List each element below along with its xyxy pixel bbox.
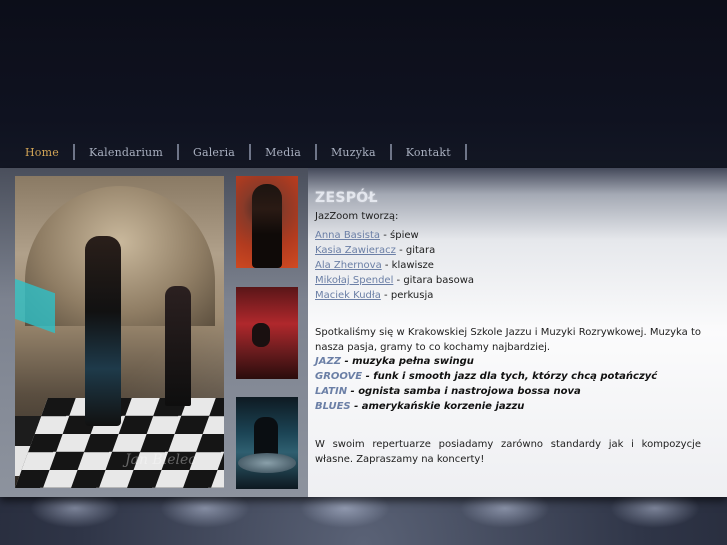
nav-item-home[interactable]: Home — [11, 146, 73, 159]
genre-description: - ognista samba i nastrojowa bossa nova — [347, 386, 581, 397]
genre-line: GROOVE - funk i smooth jazz dla tych, kt… — [315, 371, 657, 382]
member-role: - śpiew — [380, 230, 419, 241]
member-line: Kasia Zawieracz - gitara — [315, 245, 435, 256]
member-line: Maciek Kudła - perkusja — [315, 290, 433, 301]
member-link[interactable]: Mikołaj Spendel — [315, 275, 393, 286]
main-nav: Home Kalendarium Galeria Media Muzyka Ko… — [0, 141, 727, 163]
photo-watermark: Jan Bielec — [125, 452, 197, 468]
nav-item-media[interactable]: Media — [251, 146, 315, 159]
genre-description: - funk i smooth jazz dla tych, którzy ch… — [362, 371, 658, 382]
nav-item-kontakt[interactable]: Kontakt — [392, 146, 465, 159]
member-line: Mikołaj Spendel - gitara basowa — [315, 275, 474, 286]
member-link[interactable]: Ala Zhernova — [315, 260, 382, 271]
member-role: - klawisze — [381, 260, 434, 271]
genre-line: BLUES - amerykańskie korzenie jazzu — [315, 401, 524, 412]
member-role: - gitara — [395, 245, 436, 256]
intro-text: JazZoom tworzą: — [315, 211, 399, 222]
genre-description: - muzyka pełna swingu — [340, 356, 474, 367]
nav-item-kalendarium[interactable]: Kalendarium — [75, 146, 177, 159]
photo-thumbnail-keyboard[interactable] — [236, 287, 298, 379]
member-link[interactable]: Maciek Kudła — [315, 290, 381, 301]
member-line: Ala Zhernova - klawisze — [315, 260, 434, 271]
genre-name: BLUES — [315, 401, 351, 412]
member-role: - perkusja — [380, 290, 434, 301]
nav-separator — [464, 144, 467, 160]
repertoire-paragraph: W swoim repertuarze posiadamy zarówno st… — [315, 439, 701, 465]
band-photo-main: Jan Bielec — [15, 176, 224, 488]
genre-line: LATIN - ognista samba i nastrojowa bossa… — [315, 386, 581, 397]
member-role: - gitara basowa — [393, 275, 475, 286]
member-line: Anna Basista - śpiew — [315, 230, 419, 241]
photo-thumbnail-drums[interactable] — [236, 397, 298, 489]
genre-line: JAZZ - muzyka pełna swingu — [315, 356, 474, 367]
page-title: ZESPÓŁ — [315, 190, 378, 206]
nav-item-muzyka[interactable]: Muzyka — [317, 146, 390, 159]
genre-name: JAZZ — [315, 356, 341, 367]
nav-item-galeria[interactable]: Galeria — [179, 146, 249, 159]
genre-name: LATIN — [315, 386, 348, 397]
photo-thumbnail-singer[interactable] — [236, 176, 298, 268]
member-link[interactable]: Anna Basista — [315, 230, 380, 241]
genre-description: - amerykańskie korzenie jazzu — [350, 401, 525, 412]
about-paragraph: Spotkaliśmy się w Krakowskiej Szkole Jaz… — [315, 327, 701, 353]
genre-name: GROOVE — [315, 371, 363, 382]
member-link[interactable]: Kasia Zawieracz — [315, 245, 396, 256]
